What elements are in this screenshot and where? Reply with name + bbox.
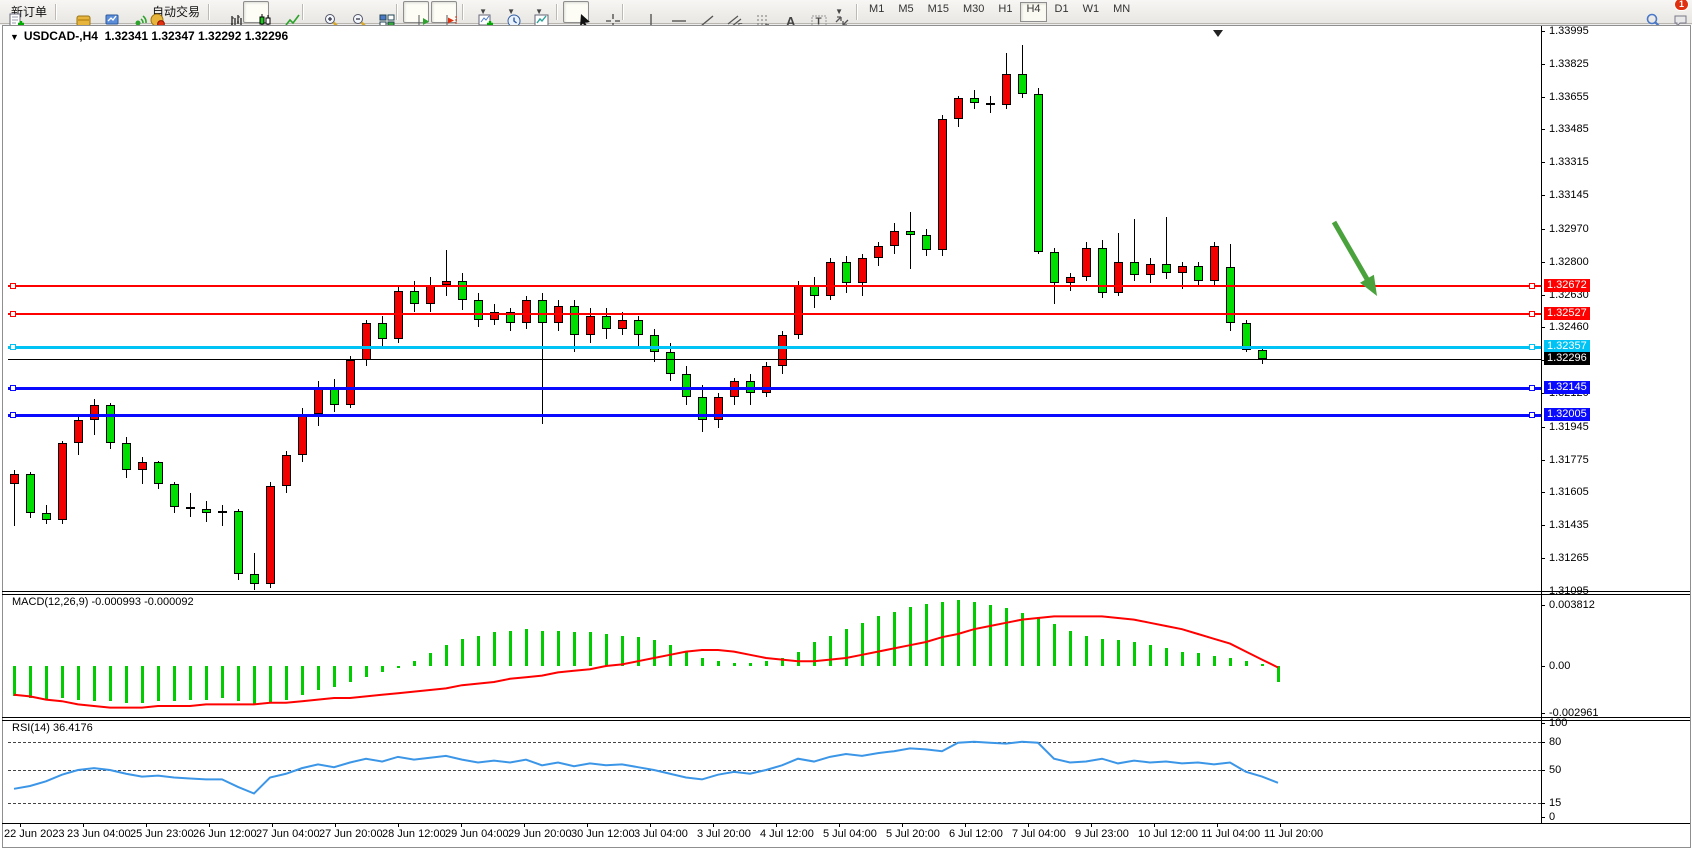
periods-button[interactable]: ▼ [497,1,523,23]
timeframe-h1-button[interactable]: H1 [992,2,1018,22]
search-button[interactable] [1631,1,1657,23]
annotation-arrow[interactable] [1334,222,1377,296]
equidistant-channel-button[interactable]: E [713,1,739,23]
tile-windows-button[interactable] [365,1,391,23]
horizontal-line-button[interactable] [657,1,683,23]
timeframe-m30-button[interactable]: M30 [957,2,990,22]
trendline-button[interactable] [685,1,711,23]
toolbar-separator [622,4,624,20]
toolbar-separator [856,4,858,20]
zoom-in-button[interactable] [309,1,335,23]
vertical-line-button[interactable] [629,1,655,23]
line-chart-button[interactable] [271,1,297,23]
fibonacci-button[interactable]: F [741,1,767,23]
timeframe-m5-button[interactable]: M5 [892,2,919,22]
rsi-label: RSI(14) 36.4176 [12,722,93,734]
candlestick-button[interactable] [243,1,269,23]
arrows-button[interactable]: ▼ [825,1,851,23]
crosshair-button[interactable] [591,1,617,23]
toolbar-separator [302,4,304,20]
chart-window[interactable]: ▼USDCAD-,H4 1.32341 1.32347 1.32292 1.32… [0,25,1692,848]
toolbar-separator [55,4,57,20]
chat-button[interactable]: 1 [1659,1,1685,23]
toolbar-separator [462,4,464,20]
zoom-out-button[interactable] [337,1,363,23]
toolbar-separator [396,4,398,20]
main-toolbar: 新订单自动交易▼▼▼EFAT▼M1M5M15M30H1H4D1W1MN1 [0,0,1692,24]
toolbar-separator [556,4,558,20]
timeframe-mn-button[interactable]: MN [1107,2,1136,22]
auto-trading-button[interactable]: 自动交易 [146,1,203,23]
cursor-button[interactable] [563,1,589,23]
timeframe-m15-button[interactable]: M15 [922,2,955,22]
chart-shift-button[interactable] [431,1,457,23]
timeframe-m1-button[interactable]: M1 [863,2,890,22]
auto-scroll-button[interactable] [403,1,429,23]
notification-badge: 1 [1674,0,1689,11]
text-button[interactable]: A [769,1,795,23]
templates-button[interactable]: ▼ [525,1,551,23]
toolbar-separator [208,4,210,20]
timeframe-d1-button[interactable]: D1 [1049,2,1075,22]
label-button[interactable]: T [797,1,823,23]
timeframe-h4-button[interactable]: H4 [1020,2,1046,22]
profile-button[interactable] [62,1,88,23]
macd-label: MACD(12,26,9) -0.000993 -0.000092 [12,596,194,608]
new-order-button[interactable]: 新订单 [5,1,50,23]
timeframe-w1-button[interactable]: W1 [1077,2,1106,22]
bar-chart-button[interactable] [215,1,241,23]
signals-button[interactable] [118,1,144,23]
indicators-button[interactable]: ▼ [469,1,495,23]
market-watch-button[interactable] [90,1,116,23]
